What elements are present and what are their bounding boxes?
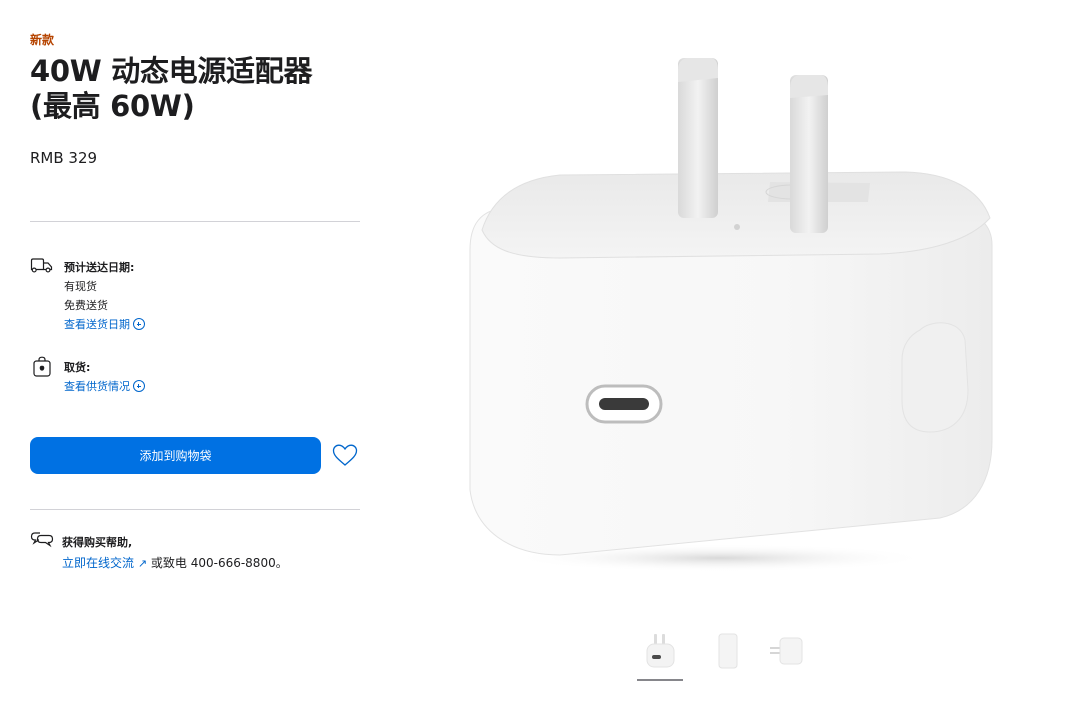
check-delivery-date-label: 查看送货日期 (64, 318, 130, 331)
product-title-line1: 40W 动态电源适配器 (30, 54, 313, 88)
external-arrow-icon: ↗ (137, 557, 148, 570)
delivery-info: 预计送达日期: 有现货 免费送货 查看送货日期 (64, 258, 145, 334)
product-title: 40W 动态电源适配器 (最高 60W) (30, 54, 370, 124)
thumbnail-selected-indicator (637, 679, 683, 681)
check-availability-label: 查看供货情况 (64, 380, 130, 393)
product-image (469, 58, 993, 572)
thumbnail-front[interactable] (638, 628, 682, 672)
plus-circle-icon (133, 380, 145, 392)
thumbnail-gallery (0, 620, 1080, 690)
delivery-heading: 预计送达日期: (64, 261, 135, 274)
product-price: RMB 329 (30, 149, 98, 167)
thumbnail-profile[interactable] (766, 628, 810, 672)
stock-status: 有现货 (64, 280, 97, 293)
check-delivery-date-link[interactable]: 查看送货日期 (64, 315, 145, 334)
help-contact-line: 立即在线交流 ↗ 或致电 400-666-8800。 (62, 553, 288, 574)
product-title-line2: (最高 60W) (30, 89, 195, 123)
help-info: 获得购买帮助, 立即在线交流 ↗ 或致电 400-666-8800。 (62, 533, 288, 574)
divider-top (30, 221, 360, 222)
heart-icon[interactable] (330, 441, 360, 469)
bag-icon (33, 356, 51, 377)
new-badge: 新款 (30, 33, 55, 47)
pickup-info: 取货: 查看供货情况 (64, 358, 145, 396)
chat-bubbles-icon (30, 532, 54, 548)
truck-icon (30, 258, 53, 273)
shipping-status: 免费送货 (64, 299, 108, 312)
thumbnail-side[interactable] (706, 628, 750, 672)
divider-bottom (30, 509, 360, 510)
pickup-heading: 取货: (64, 361, 91, 374)
chat-now-link[interactable]: 立即在线交流 (62, 556, 134, 570)
help-heading: 获得购买帮助, (62, 536, 133, 549)
phone-text: 或致电 400-666-8800。 (150, 556, 288, 570)
add-to-bag-button[interactable]: 添加到购物袋 (30, 437, 321, 474)
check-availability-link[interactable]: 查看供货情况 (64, 377, 145, 396)
plus-circle-icon (133, 318, 145, 330)
